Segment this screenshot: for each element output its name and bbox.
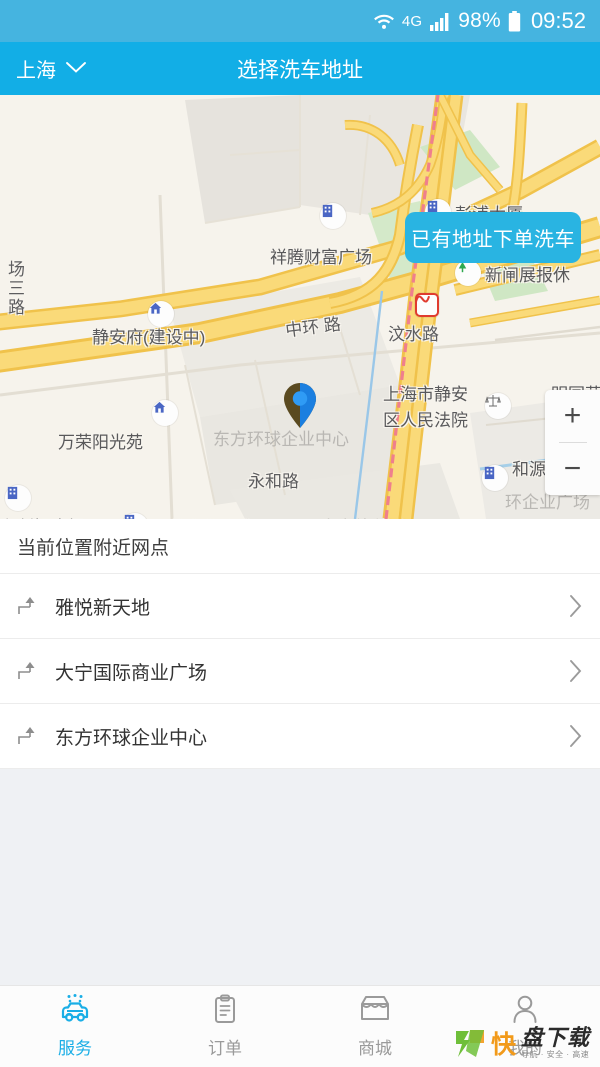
- existing-address-order-label: 已有地址下单洗车: [411, 229, 575, 251]
- signal-bars-icon: [429, 12, 451, 31]
- existing-address-order-button[interactable]: 已有地址下单洗车: [405, 212, 581, 263]
- network-type-label: 4G: [401, 12, 423, 30]
- map-view[interactable]: 彭浦大厦 祥腾财富广场 新闸展报休 静安府(建设中) 中环 路 汶水路 上海市静…: [0, 95, 600, 519]
- watermark-logo-char: 快: [490, 1031, 516, 1059]
- store-icon: [358, 994, 392, 1029]
- nearby-station-row[interactable]: 东方环球企业中心: [0, 704, 600, 768]
- zoom-in-button[interactable]: +: [545, 390, 600, 442]
- route-arrow-icon: [17, 661, 47, 681]
- page-title: 选择洗车地址: [237, 58, 363, 82]
- app-bar: 上海 选择洗车地址: [0, 42, 600, 95]
- route-arrow-icon: [17, 726, 47, 746]
- watermark-main-text: 盘下载: [520, 1025, 590, 1050]
- nearby-station-row[interactable]: 大宁国际商业广场: [0, 639, 600, 703]
- nearby-station-name: 大宁国际商业广场: [55, 662, 208, 684]
- watermark-logo-icon: [454, 1027, 486, 1059]
- nearby-stations-header: 当前位置附近网点: [17, 537, 170, 559]
- city-label: 上海: [16, 60, 56, 82]
- map-pin-marker[interactable]: [283, 382, 317, 430]
- nearby-station-name: 东方环球企业中心: [55, 727, 208, 749]
- tab-service[interactable]: 服务: [0, 986, 150, 1067]
- person-icon: [510, 994, 540, 1029]
- tab-orders[interactable]: 订单: [150, 986, 300, 1067]
- chevron-down-icon: [65, 57, 87, 80]
- map-canvas: [0, 95, 600, 519]
- bottom-tab-bar: 服务 订单 商城 我的 快 盘下载 导航 · 安全 · 高速: [0, 985, 600, 1067]
- route-arrow-icon: [17, 596, 47, 616]
- zoom-out-button[interactable]: −: [545, 443, 600, 495]
- battery-icon: [508, 10, 521, 32]
- chevron-right-icon: [569, 659, 583, 683]
- nearby-stations-section: 当前位置附近网点 雅悦新天地 大宁国际商业广场 东方环球企业中心: [0, 519, 600, 769]
- map-zoom-control: + −: [545, 390, 600, 495]
- tab-label-service: 服务: [58, 1039, 92, 1058]
- wifi-icon: [373, 12, 395, 30]
- nearby-station-row[interactable]: 雅悦新天地: [0, 574, 600, 638]
- chevron-right-icon: [569, 594, 583, 618]
- clipboard-icon: [210, 994, 240, 1029]
- nearby-station-name: 雅悦新天地: [55, 597, 151, 619]
- city-selector[interactable]: 上海: [0, 54, 87, 83]
- battery-percent-label: 98%: [458, 9, 501, 32]
- watermark-sub-text: 导航 · 安全 · 高速: [520, 1050, 590, 1059]
- site-watermark: 快 盘下载 导航 · 安全 · 高速: [454, 1025, 590, 1061]
- tab-label-store: 商城: [358, 1039, 392, 1058]
- empty-area: [0, 769, 600, 1001]
- car-wash-icon: [56, 994, 94, 1029]
- clock-label: 09:52: [530, 8, 586, 33]
- tab-label-orders: 订单: [208, 1039, 242, 1058]
- tab-store[interactable]: 商城: [300, 986, 450, 1067]
- watermark-text: 盘下载 导航 · 安全 · 高速: [521, 1027, 590, 1059]
- chevron-right-icon: [569, 724, 583, 748]
- status-bar: 4G 98% 09:52: [0, 0, 600, 42]
